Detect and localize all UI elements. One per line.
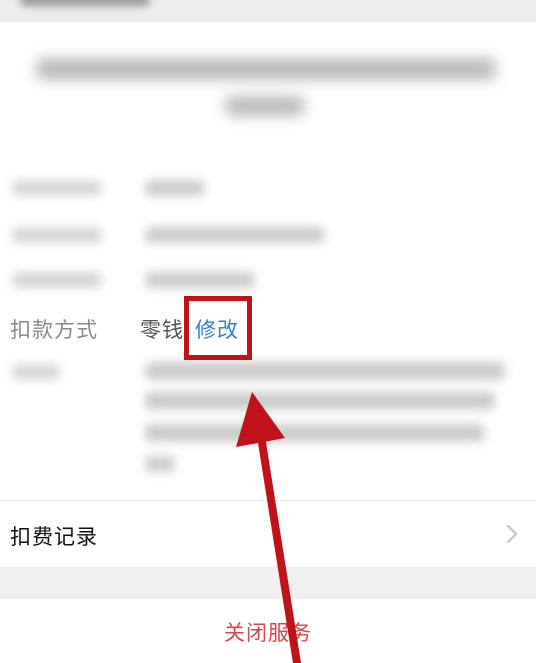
blurred-value-4d (145, 456, 175, 472)
chevron-right-icon (506, 524, 518, 544)
blurred-value-3 (145, 272, 255, 288)
blurred-label-4 (12, 364, 60, 380)
close-service-button[interactable]: 关闭服务 (0, 599, 536, 663)
payment-method-label: 扣款方式 (10, 318, 98, 342)
blurred-label-1 (12, 180, 102, 196)
billing-records-row[interactable]: 扣费记录 (0, 501, 536, 567)
billing-records-label: 扣费记录 (10, 525, 98, 549)
blurred-title-line-1 (36, 58, 496, 80)
blurred-label-2 (12, 227, 102, 243)
blurred-value-4a (145, 362, 505, 380)
section-gap (0, 567, 536, 599)
blurred-value-4b (145, 392, 495, 410)
blurred-header-text (20, 0, 150, 6)
annotation-highlight-box (184, 296, 252, 360)
blurred-title-line-2 (225, 96, 305, 116)
blurred-value-1 (145, 180, 205, 196)
blurred-value-4c (145, 424, 485, 442)
service-details-card (0, 22, 536, 500)
payment-method-value: 零钱 (140, 318, 184, 342)
payment-method-row: 扣款方式 零钱 修改 (0, 302, 536, 352)
blurred-label-3 (12, 272, 102, 288)
top-bar (0, 0, 536, 22)
blurred-value-2 (145, 227, 325, 243)
close-service-label: 关闭服务 (224, 621, 312, 645)
